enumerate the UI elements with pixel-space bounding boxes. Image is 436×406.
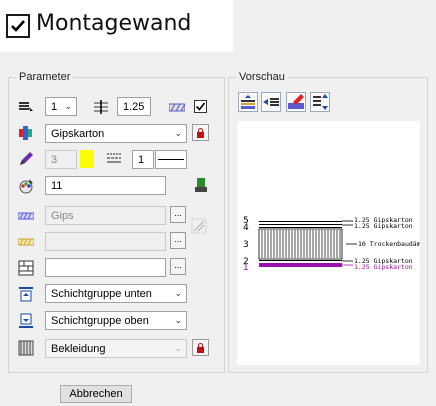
hatch-linked-icon xyxy=(191,218,207,234)
layer-label-3: 10 Trockenbaudämmung xyxy=(358,240,420,248)
parameter-group-label: Parameter xyxy=(16,71,74,83)
background-hatch-field[interactable] xyxy=(45,232,166,251)
layer-count-combo[interactable]: 1 ⌄ xyxy=(45,97,77,116)
surface-browse-button[interactable]: ... xyxy=(170,258,186,275)
chevron-down-icon: ⌄ xyxy=(174,343,182,353)
material-combo[interactable]: Gipskarton ⌄ xyxy=(45,124,187,143)
linetype-icon xyxy=(107,153,121,163)
layer-count-value: 1 xyxy=(51,101,58,113)
linetype-value: 1 xyxy=(138,154,145,166)
surface-field[interactable] xyxy=(45,258,166,277)
layer-group-upper-combo[interactable]: Schichtgruppe oben ⌄ xyxy=(45,311,187,330)
hatch-browse-button[interactable]: ... xyxy=(170,206,186,223)
cladding-combo[interactable]: Bekleidung ⌄ xyxy=(45,339,187,358)
wall-section-preview: 5 4 3 2 1 1.25 Gipskarton 1.25 Gipskarto… xyxy=(243,216,436,273)
color-field[interactable]: 11 xyxy=(45,176,166,195)
layer-group-lower-value: Schichtgruppe unten xyxy=(51,288,152,300)
chevron-down-icon: ⌄ xyxy=(64,101,72,111)
hatch-field[interactable]: Gips xyxy=(45,206,166,225)
layer-num-1: 1 xyxy=(243,263,249,273)
title-checkbox[interactable] xyxy=(6,14,30,38)
color-palette-icon xyxy=(19,179,33,194)
pen-number-value: 3 xyxy=(51,154,58,166)
cancel-button[interactable]: Abbrechen xyxy=(60,385,132,403)
hatch-checkbox[interactable] xyxy=(194,100,207,113)
layer-5-line xyxy=(259,221,342,222)
preview-insert-button[interactable] xyxy=(261,92,281,112)
layer-4-line-lower xyxy=(259,227,342,228)
layer-num-4: 4 xyxy=(243,223,249,233)
linetype-field[interactable]: 1 xyxy=(132,150,154,169)
layer-group-lower-combo[interactable]: Schichtgruppe unten ⌄ xyxy=(45,284,187,303)
line-weight-preview xyxy=(158,159,184,160)
browse-dots: ... xyxy=(174,260,182,270)
material-lock-button[interactable] xyxy=(192,124,209,141)
insulation-hatch xyxy=(258,228,343,260)
layer-2-line xyxy=(259,260,342,261)
pen-icon xyxy=(20,152,33,165)
background-hatch-browse-button[interactable]: ... xyxy=(170,232,186,249)
thickness-icon xyxy=(94,100,108,114)
material-value: Gipskarton xyxy=(51,128,105,140)
preview-reorder-button[interactable] xyxy=(310,92,330,112)
hatch-pattern-icon xyxy=(18,212,34,220)
hatch-toggle-icon xyxy=(169,103,185,112)
background-hatch-icon xyxy=(18,238,34,246)
browse-dots: ... xyxy=(174,234,182,244)
cancel-button-label: Abbrechen xyxy=(69,388,123,400)
lock-body xyxy=(197,347,204,353)
check-icon xyxy=(11,20,25,32)
layer-select-icon xyxy=(19,102,33,114)
preview-canvas: 5 4 3 2 1 1.25 Gipskarton 1.25 Gipskarto… xyxy=(237,121,436,365)
surface-icon xyxy=(18,260,34,276)
layer-group-lower-icon xyxy=(19,287,33,302)
thickness-value: 1.25 xyxy=(123,101,145,113)
cladding-lock-button[interactable] xyxy=(192,339,209,356)
layers-up-icon xyxy=(241,95,255,109)
chevron-down-icon: ⌄ xyxy=(174,288,182,298)
layer-1-highlight xyxy=(259,263,342,267)
reorder-icon xyxy=(313,94,328,110)
layer-label-4: 1.25 Gipskarton xyxy=(354,222,413,230)
layer-label-1: 1.25 Gipskarton xyxy=(354,263,413,271)
page-title: Montagewand xyxy=(36,11,192,36)
pen-number-field[interactable]: 3 xyxy=(45,150,77,169)
line-weight-button[interactable] xyxy=(155,150,187,169)
color-picker-icon[interactable] xyxy=(193,177,209,193)
layer-4-line xyxy=(259,224,342,225)
thickness-field[interactable]: 1.25 xyxy=(117,97,151,116)
hatch-value: Gips xyxy=(51,210,74,222)
color-value: 11 xyxy=(51,180,63,192)
title-bar: Montagewand xyxy=(0,0,233,52)
check-icon xyxy=(195,102,206,111)
preview-group-label: Vorschau xyxy=(236,71,288,83)
cladding-value: Bekleidung xyxy=(51,343,106,355)
browse-dots: ... xyxy=(174,208,182,218)
preview-layers-button[interactable] xyxy=(238,92,258,112)
chevron-down-icon: ⌄ xyxy=(174,315,182,325)
layer-group-upper-value: Schichtgruppe oben xyxy=(51,315,149,327)
lock-body xyxy=(197,132,204,138)
layer-num-3: 3 xyxy=(243,240,249,250)
edit-layer-icon xyxy=(288,94,304,109)
insert-layer-icon xyxy=(263,98,279,106)
material-icon xyxy=(19,126,32,140)
layer-group-upper-icon xyxy=(19,313,33,328)
preview-edit-button[interactable] xyxy=(286,92,306,112)
cladding-icon xyxy=(18,340,34,356)
pen-color-swatch[interactable] xyxy=(80,150,94,168)
chevron-down-icon: ⌄ xyxy=(174,128,182,138)
